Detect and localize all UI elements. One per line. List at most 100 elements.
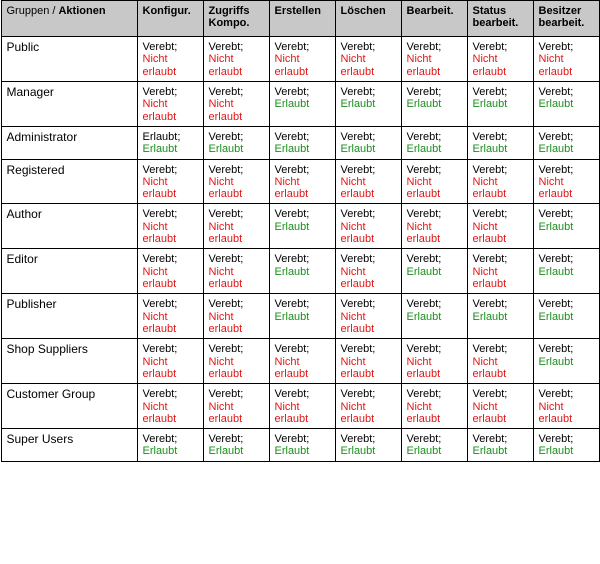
table-row: PublisherVerebt;Nicht erlaubtVerebt;Nich… xyxy=(1,294,599,339)
permission-status-label: Erlaubt xyxy=(473,445,528,457)
permission-inherit-label: Verebt; xyxy=(407,433,442,445)
permission-inherit-label: Verebt; xyxy=(407,343,442,355)
permission-status-label: Nicht erlaubt xyxy=(473,53,528,78)
permission-cell: Verebt;Nicht erlaubt xyxy=(137,249,203,294)
permission-cell: Verebt;Erlaubt xyxy=(401,249,467,294)
permission-status-label: Nicht erlaubt xyxy=(143,356,198,381)
permission-status-label: Erlaubt xyxy=(275,98,330,110)
permission-inherit-label: Verebt; xyxy=(473,86,508,98)
permission-status-label: Nicht erlaubt xyxy=(143,221,198,246)
permission-cell: Verebt;Erlaubt xyxy=(335,81,401,126)
table-row: Super UsersVerebt;ErlaubtVerebt;ErlaubtV… xyxy=(1,429,599,462)
permission-cell: Verebt;Erlaubt xyxy=(203,429,269,462)
permission-cell: Verebt;Nicht erlaubt xyxy=(269,384,335,429)
permission-inherit-label: Verebt; xyxy=(209,86,244,98)
permission-cell: Verebt;Nicht erlaubt xyxy=(203,339,269,384)
col-header-actions-bold: Aktionen xyxy=(58,5,105,17)
permission-status-label: Nicht erlaubt xyxy=(275,401,330,426)
permission-status-label: Nicht erlaubt xyxy=(209,356,264,381)
permission-cell: Verebt;Nicht erlaubt xyxy=(137,384,203,429)
permission-inherit-label: Verebt; xyxy=(341,298,376,310)
permission-inherit-label: Verebt; xyxy=(275,86,310,98)
permission-status-label: Nicht erlaubt xyxy=(341,266,396,291)
col-header-access: Zugriffs Kompo. xyxy=(203,1,269,37)
permission-inherit-label: Verebt; xyxy=(275,388,310,400)
permission-inherit-label: Verebt; xyxy=(209,343,244,355)
permission-status-label: Nicht erlaubt xyxy=(209,221,264,246)
permission-inherit-label: Verebt; xyxy=(407,298,442,310)
permission-inherit-label: Verebt; xyxy=(407,131,442,143)
permission-cell: Verebt;Nicht erlaubt xyxy=(401,339,467,384)
permission-cell: Verebt;Erlaubt xyxy=(533,126,599,159)
permission-inherit-label: Verebt; xyxy=(275,131,310,143)
permission-inherit-label: Verebt; xyxy=(539,343,574,355)
col-header-delete: Löschen xyxy=(335,1,401,37)
permission-cell: Verebt;Erlaubt xyxy=(269,81,335,126)
permission-status-label: Nicht erlaubt xyxy=(209,266,264,291)
permission-inherit-label: Verebt; xyxy=(407,41,442,53)
permission-cell: Verebt;Erlaubt xyxy=(203,126,269,159)
permission-status-label: Erlaubt xyxy=(539,311,594,323)
permission-inherit-label: Verebt; xyxy=(143,343,178,355)
permission-cell: Verebt;Nicht erlaubt xyxy=(203,249,269,294)
permission-cell: Verebt;Erlaubt xyxy=(533,249,599,294)
permission-inherit-label: Verebt; xyxy=(341,164,376,176)
permission-inherit-label: Verebt; xyxy=(473,208,508,220)
permission-inherit-label: Verebt; xyxy=(539,164,574,176)
permission-cell: Verebt;Nicht erlaubt xyxy=(269,159,335,204)
permission-inherit-label: Verebt; xyxy=(143,164,178,176)
group-name-cell: Author xyxy=(1,204,137,249)
group-name-cell: Publisher xyxy=(1,294,137,339)
permission-cell: Erlaubt;Erlaubt xyxy=(137,126,203,159)
permission-inherit-label: Verebt; xyxy=(275,41,310,53)
permission-status-label: Nicht erlaubt xyxy=(341,176,396,201)
permission-inherit-label: Verebt; xyxy=(275,433,310,445)
permission-inherit-label: Verebt; xyxy=(341,208,376,220)
permission-inherit-label: Verebt; xyxy=(209,131,244,143)
permission-status-label: Nicht erlaubt xyxy=(143,401,198,426)
group-name-cell: Shop Suppliers xyxy=(1,339,137,384)
permission-inherit-label: Verebt; xyxy=(209,41,244,53)
permission-status-label: Erlaubt xyxy=(539,98,594,110)
permission-cell: Verebt;Nicht erlaubt xyxy=(401,159,467,204)
permission-cell: Verebt;Erlaubt xyxy=(269,204,335,249)
permission-status-label: Nicht erlaubt xyxy=(209,176,264,201)
permission-cell: Verebt;Nicht erlaubt xyxy=(269,37,335,82)
permission-status-label: Erlaubt xyxy=(407,98,462,110)
permission-status-label: Erlaubt xyxy=(275,143,330,155)
permission-status-label: Nicht erlaubt xyxy=(407,221,462,246)
permission-cell: Verebt;Erlaubt xyxy=(467,81,533,126)
table-row: ManagerVerebt;Nicht erlaubtVerebt;Nicht … xyxy=(1,81,599,126)
permission-cell: Verebt;Erlaubt xyxy=(401,81,467,126)
permission-status-label: Erlaubt xyxy=(407,266,462,278)
permission-inherit-label: Verebt; xyxy=(473,343,508,355)
permission-cell: Verebt;Erlaubt xyxy=(467,429,533,462)
permission-status-label: Nicht erlaubt xyxy=(143,176,198,201)
permission-inherit-label: Verebt; xyxy=(209,388,244,400)
permission-cell: Verebt;Nicht erlaubt xyxy=(335,204,401,249)
permission-inherit-label: Verebt; xyxy=(341,388,376,400)
permission-status-label: Erlaubt xyxy=(407,311,462,323)
permission-status-label: Erlaubt xyxy=(341,445,396,457)
permission-inherit-label: Verebt; xyxy=(539,86,574,98)
permission-status-label: Erlaubt xyxy=(341,143,396,155)
permission-cell: Verebt;Nicht erlaubt xyxy=(137,294,203,339)
permission-cell: Verebt;Erlaubt xyxy=(269,429,335,462)
permission-status-label: Erlaubt xyxy=(275,311,330,323)
permission-status-label: Erlaubt xyxy=(407,143,462,155)
permission-inherit-label: Verebt; xyxy=(275,164,310,176)
col-header-create: Erstellen xyxy=(269,1,335,37)
permission-status-label: Erlaubt xyxy=(209,445,264,457)
permission-inherit-label: Verebt; xyxy=(539,41,574,53)
col-header-edit-own: Besitzer bearbeit. xyxy=(533,1,599,37)
permission-status-label: Nicht erlaubt xyxy=(209,311,264,336)
group-name-cell: Administrator xyxy=(1,126,137,159)
permission-cell: Verebt;Nicht erlaubt xyxy=(203,159,269,204)
permission-inherit-label: Verebt; xyxy=(341,131,376,143)
permission-status-label: Nicht erlaubt xyxy=(341,53,396,78)
permission-status-label: Erlaubt xyxy=(539,356,594,368)
permission-cell: Verebt;Erlaubt xyxy=(467,294,533,339)
table-row: Customer GroupVerebt;Nicht erlaubtVerebt… xyxy=(1,384,599,429)
table-row: AuthorVerebt;Nicht erlaubtVerebt;Nicht e… xyxy=(1,204,599,249)
permission-status-label: Nicht erlaubt xyxy=(407,356,462,381)
